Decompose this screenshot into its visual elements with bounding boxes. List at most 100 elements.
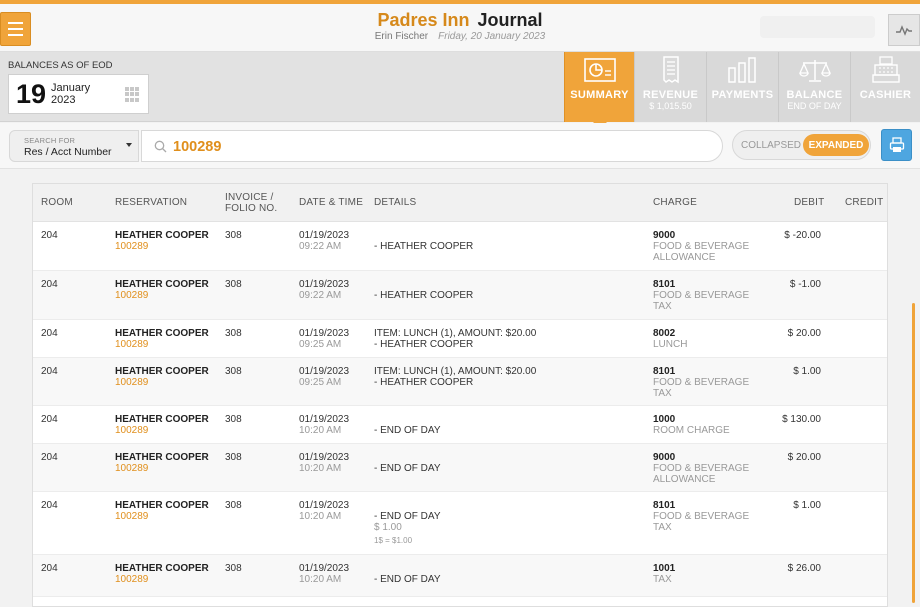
search-type-select[interactable]: SEARCH FOR Res / Acct Number [9, 130, 139, 162]
collapsed-option[interactable]: COLLAPSED [741, 140, 801, 151]
cell-reservation: HEATHER COOPER 100289 [115, 563, 209, 585]
guest-name: HEATHER COOPER [115, 230, 209, 241]
search-field [141, 130, 723, 162]
col-room[interactable]: ROOM [41, 197, 73, 208]
activity-button[interactable] [888, 14, 920, 46]
expanded-option[interactable]: EXPANDED [803, 134, 869, 156]
cell-details: ITEM: LUNCH (1), AMOUNT: $20.00- HEATHER… [374, 366, 537, 388]
cell-debit: $ 20.00 [787, 452, 821, 463]
app-header: Padres Inn Journal Erin Fischer Friday, 20… [0, 4, 920, 52]
activity-icon [896, 25, 912, 36]
cell-details: - HEATHER COOPER [374, 290, 474, 301]
table-row[interactable]: 204 HEATHER COOPER 100289 308 01/19/2023 10:2… [33, 555, 887, 597]
table-row[interactable]: 204 HEATHER COOPER 100289 308 01/19/2023 09:2… [33, 358, 887, 406]
journal-table: ROOM RESERVATION INVOICE / FOLIO NO. DATE… [32, 183, 888, 607]
cell-room: 204 [41, 366, 58, 377]
cell-details: ITEM: LUNCH (1), AMOUNT: $20.00- HEATHER… [374, 328, 537, 350]
cell-charge: 8101 FOOD & BEVERAGE TAX [653, 500, 750, 533]
cell-datetime: 01/19/2023 10:20 AM [299, 500, 350, 522]
date-picker[interactable]: 19 January 2023 [8, 74, 149, 114]
header-placeholder [760, 16, 875, 38]
reservation-number[interactable]: 100289 [115, 241, 209, 252]
cell-details: - END OF DAY [374, 463, 441, 474]
table-row[interactable]: 204 HEATHER COOPER 100289 308 01/19/2023 10:2… [33, 406, 887, 444]
table-row[interactable]: 204 HEATHER COOPER 100289 308 01/19/2023 10:2… [33, 492, 887, 555]
cell-charge: 9000 FOOD & BEVERAGE ALLOWANCE [653, 452, 750, 485]
cell-debit: $ 1.00 [793, 366, 821, 377]
cell-charge: 1001 TAX [653, 563, 676, 585]
search-input[interactable] [173, 136, 693, 158]
date-day: 19 [16, 78, 47, 109]
charge-code: 8002 [653, 328, 676, 339]
tab-revenue[interactable]: REVENUE $ 1,015.50 [634, 52, 706, 122]
reservation-number[interactable]: 100289 [115, 574, 209, 585]
col-invoice[interactable]: INVOICE / FOLIO NO. [225, 192, 277, 214]
printer-icon [889, 137, 904, 152]
guest-name: HEATHER COOPER [115, 366, 209, 377]
tab-payments[interactable]: PAYMENTS [706, 52, 778, 122]
reservation-number[interactable]: 100289 [115, 377, 209, 388]
guest-name: HEATHER COOPER [115, 452, 209, 463]
col-reservation[interactable]: RESERVATION [115, 197, 187, 208]
tab-summary[interactable]: SUMMARY [564, 52, 634, 129]
table-body: 204 HEATHER COOPER 100289 308 01/19/2023 09:2… [33, 222, 887, 597]
charge-code: 9000 [653, 230, 676, 241]
cell-invoice: 308 [225, 279, 242, 290]
reservation-number[interactable]: 100289 [115, 463, 209, 474]
guest-name: HEATHER COOPER [115, 500, 209, 511]
cell-invoice: 308 [225, 366, 242, 377]
cell-room: 204 [41, 500, 58, 511]
cell-charge: 8002 LUNCH [653, 328, 688, 350]
page-title: Journal [477, 10, 543, 30]
reservation-number[interactable]: 100289 [115, 339, 209, 350]
reservation-number[interactable]: 100289 [115, 290, 209, 301]
date-month-year: January 2023 [51, 82, 91, 106]
table-row[interactable]: 204 HEATHER COOPER 100289 308 01/19/2023 09:2… [33, 320, 887, 358]
search-bar: SEARCH FOR Res / Acct Number COLLAPSED E… [0, 123, 920, 169]
charge-code: 1000 [653, 414, 676, 425]
tab-cashier[interactable]: CASHIER [850, 52, 920, 122]
cell-reservation: HEATHER COOPER 100289 [115, 328, 209, 350]
bars-icon [707, 52, 778, 86]
print-button[interactable] [881, 129, 912, 161]
chevron-down-icon [126, 143, 132, 147]
cell-debit: $ 20.00 [787, 328, 821, 339]
reservation-number[interactable]: 100289 [115, 511, 209, 522]
cell-invoice: 308 [225, 414, 242, 425]
cell-details: - END OF DAY [374, 574, 441, 585]
cell-invoice: 308 [225, 230, 242, 241]
col-details[interactable]: DETAILS [374, 197, 416, 208]
calendar-grid-icon [125, 87, 140, 102]
tab-balance[interactable]: BALANCE END OF DAY [778, 52, 850, 122]
cell-reservation: HEATHER COOPER 100289 [115, 414, 209, 436]
table-row[interactable]: 204 HEATHER COOPER 100289 308 01/19/2023 09:2… [33, 271, 887, 320]
cell-charge: 8101 FOOD & BEVERAGE TAX [653, 279, 750, 312]
cell-debit: $ -1.00 [789, 279, 821, 290]
col-debit[interactable]: DEBIT [794, 197, 824, 208]
col-datetime[interactable]: DATE & TIME [299, 197, 363, 208]
cell-room: 204 [41, 279, 58, 290]
cell-room: 204 [41, 563, 58, 574]
table-row[interactable]: 204 HEATHER COOPER 100289 308 01/19/2023 09:2… [33, 222, 887, 271]
cell-details: - END OF DAY [374, 425, 441, 436]
charge-code: 9000 [653, 452, 676, 463]
scrollbar[interactable] [912, 303, 915, 603]
col-charge[interactable]: CHARGE [653, 197, 697, 208]
cell-debit: $ 130.00 [782, 414, 821, 425]
cell-invoice: 308 [225, 328, 242, 339]
search-icon [154, 140, 167, 153]
cell-charge: 8101 FOOD & BEVERAGE TAX [653, 366, 750, 399]
cell-datetime: 01/19/2023 09:25 AM [299, 328, 350, 350]
chart-icon [565, 52, 634, 86]
cell-charge: 9000 FOOD & BEVERAGE ALLOWANCE [653, 230, 750, 263]
cell-datetime: 01/19/2023 10:20 AM [299, 414, 350, 436]
reservation-number[interactable]: 100289 [115, 425, 209, 436]
table-row[interactable]: 204 HEATHER COOPER 100289 308 01/19/2023 10:2… [33, 444, 887, 492]
view-mode-toggle: COLLAPSED EXPANDED [732, 130, 871, 160]
cell-debit: $ 26.00 [787, 563, 821, 574]
col-credit[interactable]: CREDIT [845, 197, 883, 208]
cell-invoice: 308 [225, 500, 242, 511]
cell-datetime: 01/19/2023 09:22 AM [299, 279, 350, 301]
receipt-icon [635, 52, 706, 86]
scale-icon [779, 52, 850, 86]
